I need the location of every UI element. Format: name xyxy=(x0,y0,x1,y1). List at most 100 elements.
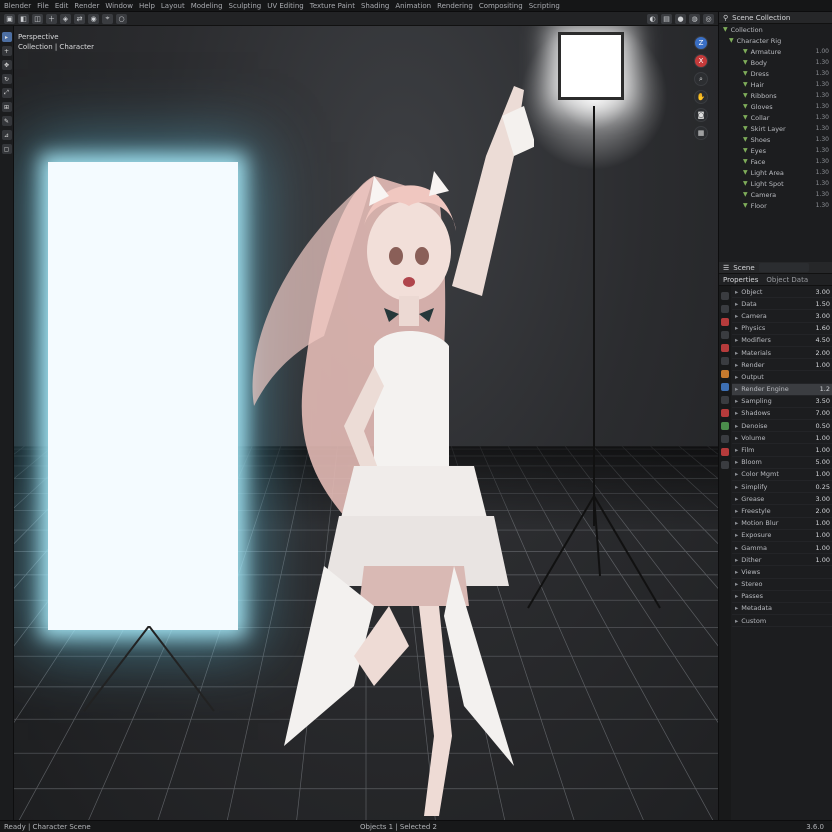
property-value[interactable]: 1.00 xyxy=(816,556,830,564)
menu-item-14[interactable]: Compositing xyxy=(479,2,523,10)
property-row[interactable]: ▸ Dither 1.00 xyxy=(732,554,832,567)
menu-item-9[interactable]: UV Editing xyxy=(267,2,304,10)
property-row[interactable]: ▸ Grease 3.00 xyxy=(732,493,832,506)
property-value[interactable]: 5.00 xyxy=(816,458,830,466)
menu-item-0[interactable]: Blender xyxy=(4,2,31,10)
modifier-tab-icon[interactable] xyxy=(721,383,729,391)
menu-item-6[interactable]: Layout xyxy=(161,2,185,10)
property-row[interactable]: ▸ Metadata xyxy=(732,603,832,616)
property-row[interactable]: ▸ Camera 3.00 xyxy=(732,310,832,323)
expand-arrow-icon[interactable]: ▸ xyxy=(735,568,738,576)
property-value[interactable]: 0.25 xyxy=(816,483,830,491)
expand-arrow-icon[interactable]: ▸ xyxy=(735,324,738,332)
property-row[interactable]: ▸ Shadows 7.00 xyxy=(732,408,832,421)
property-row[interactable]: ▸ Materials 2.00 xyxy=(732,347,832,360)
expand-arrow-icon[interactable]: ▸ xyxy=(735,495,738,503)
property-row[interactable]: ▸ Volume 1.00 xyxy=(732,432,832,445)
property-value[interactable]: 3.00 xyxy=(816,495,830,503)
property-row[interactable]: ▸ Passes xyxy=(732,591,832,603)
axis-x-gizmo-icon[interactable]: X xyxy=(694,54,708,68)
expand-arrow-icon[interactable]: ▸ xyxy=(735,544,738,552)
snap-icon[interactable]: ⌖ xyxy=(102,13,113,24)
menu-item-4[interactable]: Window xyxy=(105,2,133,10)
property-row[interactable]: ▸ Denoise 0.50 xyxy=(732,420,832,433)
menu-item-13[interactable]: Rendering xyxy=(437,2,473,10)
outliner-row[interactable]: ▼ Collection xyxy=(719,24,832,35)
outliner-row[interactable]: ▼ Face 1.30 xyxy=(719,156,832,167)
3d-viewport[interactable]: Perspective Collection | Character Z X ⌕… xyxy=(14,26,718,820)
tool-tab-icon[interactable] xyxy=(721,292,729,300)
property-value[interactable]: 0.50 xyxy=(816,422,830,430)
expand-arrow-icon[interactable]: ▸ xyxy=(735,580,738,588)
menu-item-12[interactable]: Animation xyxy=(395,2,431,10)
property-value[interactable]: 1.60 xyxy=(816,324,830,332)
expand-arrow-icon[interactable]: ▸ xyxy=(735,592,738,600)
property-row[interactable]: ▸ Simplify 0.25 xyxy=(732,481,832,494)
expand-arrow-icon[interactable]: ▸ xyxy=(735,446,738,454)
select-mode-icon[interactable]: ◧ xyxy=(18,13,29,24)
outliner-row[interactable]: ▼ Dress 1.30 xyxy=(719,68,832,79)
property-value[interactable]: 7.00 xyxy=(816,409,830,417)
property-row[interactable]: ▸ Gamma 1.00 xyxy=(732,542,832,555)
property-value[interactable]: 3.00 xyxy=(816,288,830,296)
property-row[interactable]: ▸ Physics 1.60 xyxy=(732,323,832,335)
measure-tool-icon[interactable]: ⊿ xyxy=(1,130,12,140)
rotate-tool-icon[interactable]: ↻ xyxy=(1,74,12,84)
property-row[interactable]: ▸ Exposure 1.00 xyxy=(732,530,832,542)
menu-item-7[interactable]: Modeling xyxy=(191,2,223,10)
outliner-row[interactable]: ▼ Skirt Layer 1.30 xyxy=(719,123,832,134)
camera-view-icon[interactable]: ◙ xyxy=(694,108,708,122)
property-value[interactable]: 1.50 xyxy=(816,300,830,308)
constraints-tab-icon[interactable] xyxy=(721,422,729,430)
outliner-row[interactable]: ▼ Ribbons 1.30 xyxy=(719,90,832,101)
property-row[interactable]: ▸ Freestyle 2.00 xyxy=(732,505,832,518)
menu-item-5[interactable]: Help xyxy=(139,2,155,10)
menu-item-8[interactable]: Sculpting xyxy=(229,2,262,10)
outliner-row[interactable]: ▼ Eyes 1.30 xyxy=(719,145,832,156)
outliner-row[interactable]: ▼ Floor 1.30 xyxy=(719,200,832,211)
property-value[interactable]: 1.00 xyxy=(816,544,830,552)
texture-tab-icon[interactable] xyxy=(721,461,729,469)
property-row[interactable]: ▸ Color Mgmt 1.00 xyxy=(732,469,832,481)
area-light-panel[interactable] xyxy=(48,162,238,630)
outliner-row[interactable]: ▼ Armature 1.00 xyxy=(719,46,832,57)
expand-arrow-icon[interactable]: ▸ xyxy=(735,531,738,539)
property-row[interactable]: ▸ Sampling 3.50 xyxy=(732,396,832,408)
add-cube-tool-icon[interactable]: ▢ xyxy=(1,144,12,154)
expand-arrow-icon[interactable]: ▸ xyxy=(735,361,738,369)
menu-item-3[interactable]: Render xyxy=(74,2,99,10)
expand-arrow-icon[interactable]: ▸ xyxy=(735,397,738,405)
proportional-edit-icon[interactable]: ○ xyxy=(116,13,127,24)
property-value[interactable]: 1.00 xyxy=(816,361,830,369)
shading-render-icon[interactable]: ◎ xyxy=(703,13,714,24)
expand-arrow-icon[interactable]: ▸ xyxy=(735,556,738,564)
property-value[interactable]: 1.2 xyxy=(820,385,830,393)
output-tab-icon[interactable] xyxy=(721,318,729,326)
view-layer-tab-icon[interactable] xyxy=(721,331,729,339)
outliner-row[interactable]: ▼ Character Rig xyxy=(719,35,832,46)
property-row[interactable]: ▸ Output xyxy=(732,371,832,384)
property-value[interactable]: 1.00 xyxy=(816,531,830,539)
particles-tab-icon[interactable] xyxy=(721,396,729,404)
property-row[interactable]: ▸ Film 1.00 xyxy=(732,444,832,457)
expand-arrow-icon[interactable]: ▸ xyxy=(735,409,738,417)
spot-light-panel[interactable] xyxy=(558,32,624,100)
scene-tab-icon[interactable] xyxy=(721,344,729,352)
expand-arrow-icon[interactable]: ▸ xyxy=(735,617,738,625)
expand-arrow-icon[interactable]: ▸ xyxy=(735,349,738,357)
properties-search-input[interactable] xyxy=(758,263,809,272)
menu-item-10[interactable]: Texture Paint xyxy=(310,2,355,10)
move-tool-icon[interactable]: ✥ xyxy=(1,60,12,70)
cursor-tool-icon[interactable]: + xyxy=(1,46,12,56)
outliner-row[interactable]: ▼ Collar 1.30 xyxy=(719,112,832,123)
property-row[interactable]: ▸ Custom xyxy=(732,615,832,628)
add-menu-icon[interactable]: ＋ xyxy=(46,13,57,24)
expand-arrow-icon[interactable]: ▸ xyxy=(735,519,738,527)
property-value[interactable]: 1.00 xyxy=(816,470,830,478)
material-tab-icon[interactable] xyxy=(721,448,729,456)
physics-tab-icon[interactable] xyxy=(721,409,729,417)
expand-arrow-icon[interactable]: ▸ xyxy=(735,422,738,430)
property-row[interactable]: ▸ Render Engine 1.2 xyxy=(732,383,832,396)
property-row[interactable]: ▸ Modifiers 4.50 xyxy=(732,335,832,347)
perspective-toggle-icon[interactable]: ▦ xyxy=(694,126,708,140)
